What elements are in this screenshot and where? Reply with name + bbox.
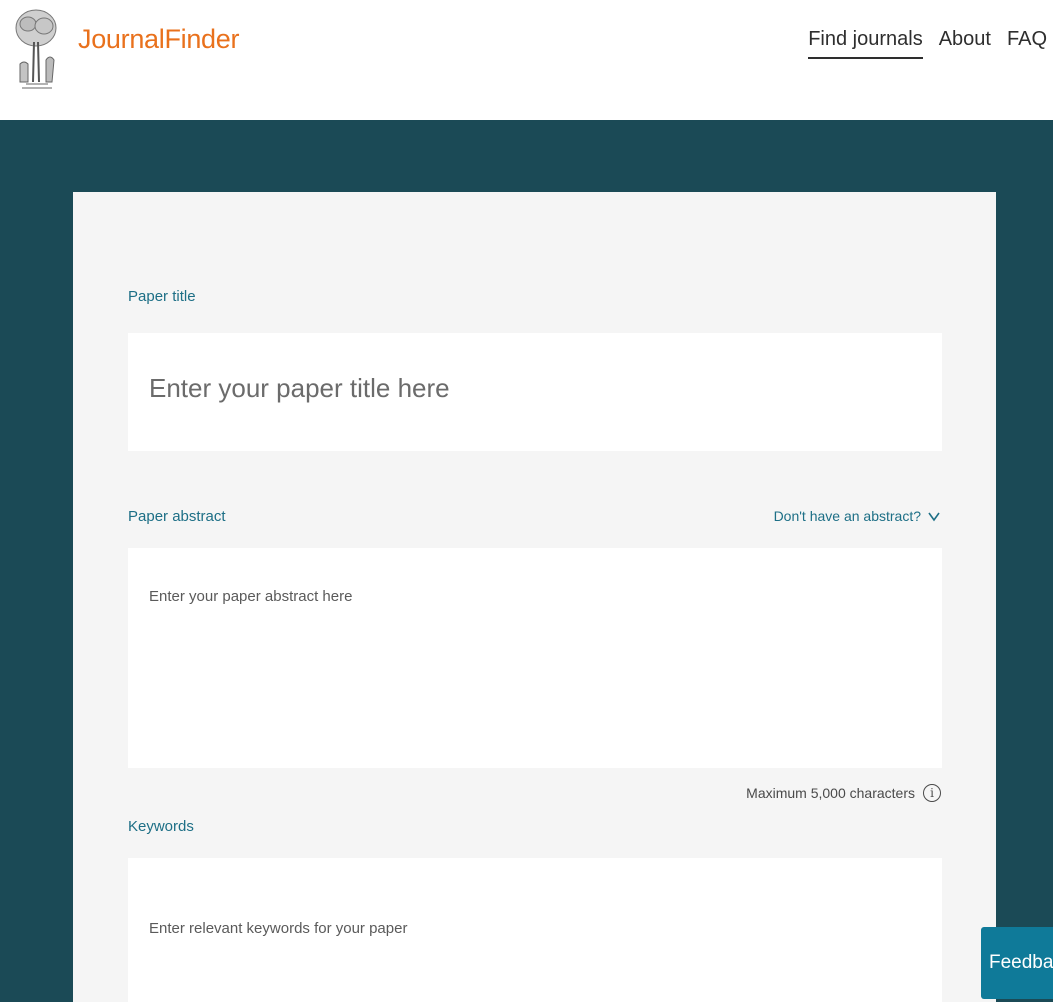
nav-find-journals[interactable]: Find journals <box>808 28 923 59</box>
paper-abstract-label: Paper abstract <box>128 508 226 525</box>
site-header: JournalFinder Find journals About FAQ <box>0 0 1053 120</box>
paper-title-label: Paper title <box>128 288 196 305</box>
info-icon[interactable]: i <box>923 784 941 802</box>
chevron-down-icon <box>928 512 940 522</box>
nav-about[interactable]: About <box>939 28 991 59</box>
max-characters-text: Maximum 5,000 characters <box>746 785 915 801</box>
paper-title-input[interactable]: Enter your paper title here <box>128 333 942 451</box>
max-characters-note: Maximum 5,000 characters i <box>746 784 941 802</box>
brand-name[interactable]: JournalFinder <box>78 24 239 55</box>
feedback-button[interactable]: Feedback <box>981 927 1053 999</box>
paper-abstract-placeholder: Enter your paper abstract here <box>149 588 353 605</box>
paper-abstract-textarea[interactable]: Enter your paper abstract here <box>128 548 942 768</box>
keywords-label: Keywords <box>128 818 194 835</box>
no-abstract-toggle[interactable]: Don't have an abstract? <box>774 508 941 524</box>
nav-faq[interactable]: FAQ <box>1007 28 1047 59</box>
paper-title-placeholder: Enter your paper title here <box>149 373 450 403</box>
main-nav: Find journals About FAQ <box>808 28 1047 59</box>
elsevier-tree-logo[interactable] <box>12 4 60 92</box>
journal-search-form: Paper title Enter your paper title here … <box>73 192 996 1008</box>
keywords-input[interactable]: Enter relevant keywords for your paper <box>128 858 942 1008</box>
keywords-placeholder: Enter relevant keywords for your paper <box>149 920 408 937</box>
no-abstract-label: Don't have an abstract? <box>773 508 921 524</box>
